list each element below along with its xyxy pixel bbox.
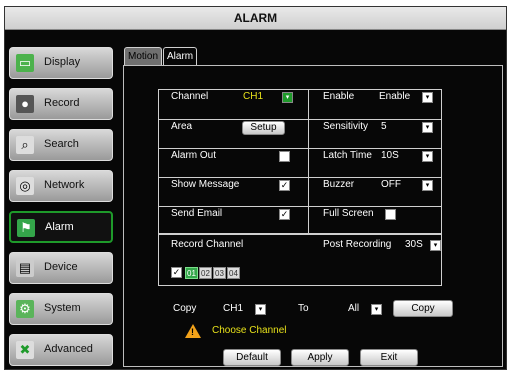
sidebar-item-display[interactable]: ▭ Display [9,47,113,79]
device-icon: ▤ [16,259,34,277]
enable-dropdown-icon[interactable]: ▾ [422,92,433,103]
sidebar-item-label: Network [44,179,85,191]
send-email-checkbox[interactable]: ✓ [279,209,290,220]
alarm-out-checkbox[interactable] [279,151,290,162]
sidebar-item-network[interactable]: ◎ Network [9,170,113,202]
sidebar-item-label: Search [44,138,79,150]
area-setup-button[interactable]: Setup [242,121,285,135]
enable-value[interactable]: Enable [379,91,410,102]
sidebar-item-alarm[interactable]: ⚑ Alarm [9,211,113,243]
show-message-checkbox[interactable]: ✓ [279,180,290,191]
sidebar-item-advanced[interactable]: ✖ Advanced [9,334,113,366]
tools-icon: ✖ [16,341,34,359]
monitor-icon: ▭ [16,54,34,72]
alarm-out-label: Alarm Out [171,150,217,161]
full-screen-checkbox[interactable] [385,209,396,220]
record-channel-03[interactable]: 03 [213,267,226,279]
copy-from-value[interactable]: CH1 [223,303,243,314]
alarm-icon: ⚑ [17,219,35,237]
sidebar-item-label: Display [44,56,81,68]
sidebar-item-system[interactable]: ⚙ System [9,293,113,325]
sidebar-item-label: Advanced [44,343,93,355]
latch-time-dropdown-icon[interactable]: ▾ [422,151,433,162]
enable-label: Enable [323,91,355,102]
default-button[interactable]: Default [223,349,281,366]
record-channel-04[interactable]: 04 [227,267,240,279]
full-screen-label: Full Screen [323,208,374,219]
channel-value[interactable]: CH1 [243,91,263,102]
sensitivity-label: Sensitivity [323,121,369,132]
copy-to-label: To [298,303,309,314]
buzzer-value[interactable]: OFF [381,179,401,190]
window-title: ALARM [5,7,506,30]
tab-motion[interactable]: Motion [124,47,162,65]
post-recording-label: Post Recording [323,239,392,250]
record-channel-01[interactable]: 01 [185,267,198,279]
sidebar-item-label: System [44,302,81,314]
record-all-checkbox[interactable]: ✓ [171,267,182,278]
tab-alarm[interactable]: Alarm [163,47,197,65]
copy-to-dropdown-icon[interactable]: ▾ [371,304,382,315]
copy-from-dropdown-icon[interactable]: ▾ [255,304,266,315]
latch-time-label: Latch Time [323,150,372,161]
globe-icon: ◎ [16,177,34,195]
channel-label: Channel [171,91,209,102]
send-email-label: Send Email [171,208,223,219]
camera-icon: ● [16,95,34,113]
sidebar-item-device[interactable]: ▤ Device [9,252,113,284]
copy-button[interactable]: Copy [393,300,453,317]
buzzer-label: Buzzer [323,179,355,190]
post-recording-value[interactable]: 30S [405,239,423,250]
record-channel-02[interactable]: 02 [199,267,212,279]
sidebar-item-record[interactable]: ● Record [9,88,113,120]
show-message-label: Show Message [171,179,240,190]
post-recording-dropdown-icon[interactable]: ▾ [430,240,441,251]
system-icon: ⚙ [16,300,34,318]
copy-to-value[interactable]: All [348,303,359,314]
exit-button[interactable]: Exit [360,349,418,366]
sidebar-item-label: Record [44,97,80,109]
sidebar-item-label: Alarm [45,221,74,233]
buzzer-dropdown-icon[interactable]: ▾ [422,180,433,191]
record-channel-label: Record Channel [171,239,244,250]
sensitivity-dropdown-icon[interactable]: ▾ [422,122,433,133]
magnifier-icon: ⌕ [16,136,34,154]
alarm-window: ALARM ▭ Display ● Record ⌕ Search ◎ Netw… [4,6,507,370]
channel-dropdown-icon[interactable]: ▾ [282,92,293,103]
copy-label: Copy [173,303,197,314]
latch-time-value[interactable]: 10S [381,150,399,161]
warning-text: Choose Channel [212,325,287,336]
sidebar-item-search[interactable]: ⌕ Search [9,129,113,161]
sensitivity-value[interactable]: 5 [381,121,387,132]
apply-button[interactable]: Apply [291,349,349,366]
area-label: Area [171,121,193,132]
sidebar-item-label: Device [44,261,78,273]
warning-icon: ! [185,324,201,338]
